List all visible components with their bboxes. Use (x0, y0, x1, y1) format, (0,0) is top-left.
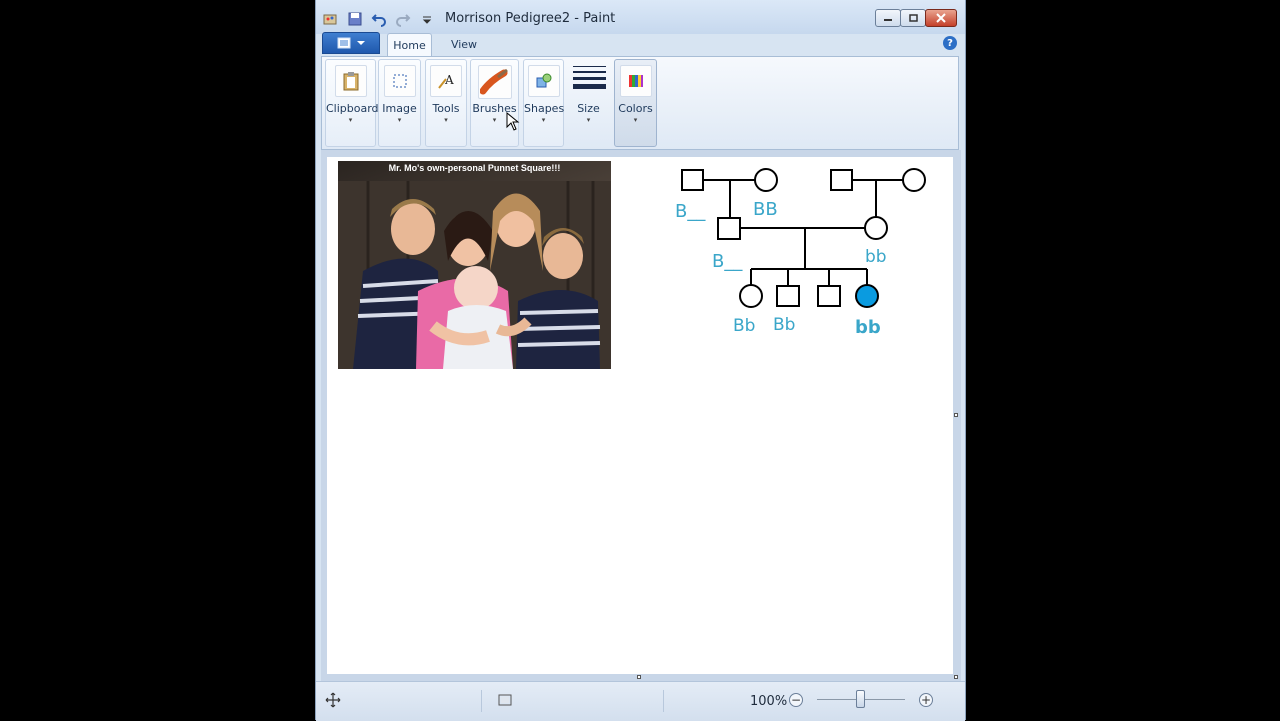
ribbon-group-size[interactable]: Size ▾ (566, 59, 611, 147)
status-divider (480, 690, 482, 712)
ribbon-group-shapes[interactable]: Shapes ▾ (523, 59, 564, 147)
ribbon-label-shapes: Shapes (524, 102, 565, 115)
dropdown-arrow-icon: ▾ (633, 116, 638, 124)
ribbon: Clipboard ▾ Image ▾ A Tools ▾ Brushes ▾ (321, 56, 959, 150)
pedigree-male-gp1 (681, 169, 704, 191)
redo-icon[interactable] (394, 10, 412, 28)
move-cursor-icon (325, 692, 341, 708)
paint-app-icon[interactable] (322, 10, 340, 28)
pedigree-child-1 (739, 284, 763, 308)
dropdown-arrow-icon: ▾ (586, 116, 591, 124)
ribbon-group-image[interactable]: Image ▾ (378, 59, 421, 147)
help-icon[interactable]: ? (943, 36, 957, 50)
close-button[interactable] (925, 9, 957, 27)
paint-menu-button[interactable] (322, 32, 380, 54)
pedigree-child-2 (776, 285, 800, 307)
undo-icon[interactable] (370, 10, 388, 28)
pedigree-male-gp2 (830, 169, 853, 191)
restore-icon (909, 14, 918, 22)
size-lines-icon (573, 66, 606, 89)
ribbon-tabs: Home View ? (321, 32, 961, 56)
label-gp1-male: B__ (675, 201, 706, 222)
minimize-icon (884, 19, 892, 21)
dropdown-arrow-icon: ▾ (397, 116, 402, 124)
tab-view[interactable]: View (442, 33, 486, 56)
ribbon-label-tools: Tools (432, 102, 460, 115)
close-icon (936, 13, 946, 23)
pedigree-father (717, 217, 741, 240)
photo-image (338, 181, 611, 369)
ribbon-group-colors[interactable]: Colors ▾ (614, 59, 657, 147)
tab-home[interactable]: Home (387, 33, 432, 56)
ribbon-label-clipboard: Clipboard (326, 102, 379, 115)
save-icon[interactable] (346, 10, 364, 28)
pedigree-child-3 (817, 285, 841, 307)
label-mother: bb (865, 247, 887, 267)
brush-icon (477, 65, 512, 99)
canvas-area[interactable]: Mr. Mo's own-personal Punnet Square!!! B… (321, 150, 961, 681)
resize-handle-corner[interactable] (954, 675, 958, 679)
resize-handle-bottom[interactable] (637, 675, 641, 679)
label-father: B__ (712, 251, 743, 272)
status-divider (662, 690, 664, 712)
title-bar: Morrison Pedigree2 - Paint (316, 0, 965, 34)
drawing-canvas[interactable]: Mr. Mo's own-personal Punnet Square!!! B… (327, 157, 953, 674)
ribbon-group-tools[interactable]: A Tools ▾ (425, 59, 467, 147)
ribbon-group-brushes[interactable]: Brushes ▾ (470, 59, 519, 147)
ribbon-label-image: Image (382, 102, 417, 115)
minimize-button[interactable] (875, 9, 901, 27)
pedigree-female-gp1 (754, 168, 778, 192)
pedigree-chart: B__ BB B__ bb Bb Bb bb (675, 168, 926, 338)
zoom-out-button[interactable]: − (789, 693, 803, 707)
dropdown-arrow-icon: ▾ (541, 116, 546, 124)
family-photo: Mr. Mo's own-personal Punnet Square!!! (338, 161, 611, 369)
zoom-slider-thumb[interactable] (856, 690, 865, 708)
resize-handle-right[interactable] (954, 413, 958, 417)
zoom-level: 100% (750, 694, 788, 709)
pedigree-child-4-affected (855, 284, 879, 308)
clipboard-icon (334, 65, 367, 97)
zoom-in-button[interactable]: + (919, 693, 933, 707)
pedigree-female-gp2 (902, 168, 926, 192)
ribbon-label-colors: Colors (618, 102, 653, 115)
label-gp1-female: BB (753, 199, 778, 220)
selection-size-icon (498, 694, 512, 706)
mouse-cursor-icon (506, 112, 520, 131)
pedigree-mother (864, 216, 888, 240)
label-child-4: bb (855, 317, 881, 338)
window-controls (875, 9, 957, 27)
customize-qat-icon[interactable] (418, 10, 436, 28)
menu-icon (337, 37, 351, 49)
label-child-2: Bb (773, 315, 795, 335)
ribbon-label-size: Size (577, 102, 600, 115)
status-bar: 100% − + (316, 681, 965, 721)
window-title: Morrison Pedigree2 - Paint (445, 11, 616, 26)
colors-palette-icon (619, 65, 652, 97)
quick-access-toolbar (322, 9, 436, 29)
label-child-1: Bb (733, 316, 755, 336)
ribbon-group-clipboard[interactable]: Clipboard ▾ (325, 59, 379, 147)
restore-button[interactable] (900, 9, 926, 27)
select-icon (383, 65, 416, 97)
dropdown-arrow-icon: ▾ (444, 116, 448, 124)
paint-window: Morrison Pedigree2 - Paint Home View ? C… (315, 0, 966, 721)
shapes-icon (527, 65, 560, 97)
dropdown-arrow-icon: ▾ (348, 116, 353, 124)
chevron-down-icon (357, 41, 365, 45)
text-tool-icon: A (430, 65, 462, 97)
